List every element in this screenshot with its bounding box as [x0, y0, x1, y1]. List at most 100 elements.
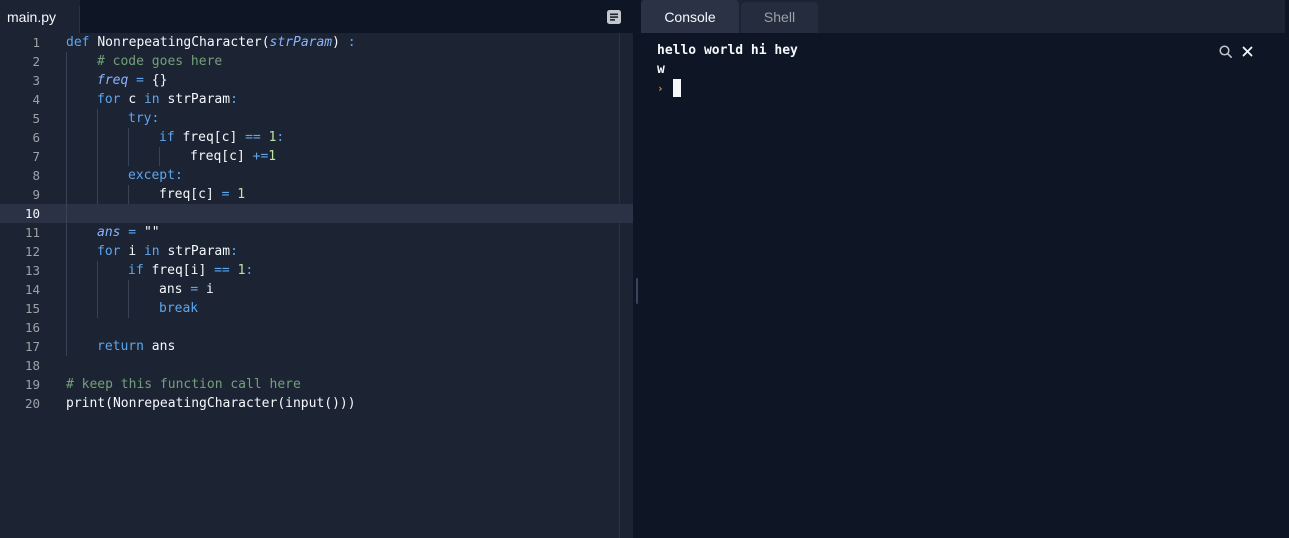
code-line[interactable]: 8 except: [0, 166, 633, 185]
line-number: 3 [32, 73, 40, 88]
code-token: 1 [268, 149, 277, 164]
code-token: == [245, 130, 269, 145]
code-token: strParam [269, 35, 333, 50]
code-token: for [97, 244, 129, 259]
code-token: i [205, 282, 214, 297]
console-output[interactable]: hello world hi hey w › [641, 33, 1285, 538]
close-icon[interactable] [1240, 44, 1255, 59]
code-token: return [97, 339, 152, 354]
indent-guide [97, 166, 98, 185]
indent-guide [66, 71, 67, 90]
code-line[interactable]: 1 def NonrepeatingCharacter(strParam) : [0, 33, 633, 52]
editor-tabbar: main.py [0, 0, 633, 33]
indent-guide [128, 185, 129, 204]
indent-guide [66, 261, 67, 280]
code-token: i [128, 244, 144, 259]
console-output-line: w [657, 62, 665, 77]
code-text: # keep this function call here [66, 375, 301, 394]
line-number: 15 [24, 301, 40, 316]
code-line[interactable]: 18 [0, 356, 633, 375]
code-token: ans [159, 282, 191, 297]
code-line[interactable]: 2 # code goes here [0, 52, 633, 71]
code-token: freq[c] [159, 187, 222, 202]
code-line[interactable]: 9 freq[c] = 1 [0, 185, 633, 204]
line-number: 20 [24, 396, 40, 411]
code-text: ans = i [159, 280, 214, 299]
indent-guide [128, 128, 129, 147]
code-token: {} [151, 73, 168, 88]
code-line[interactable]: 6 if freq[c] == 1: [0, 128, 633, 147]
code-line[interactable]: 14 ans = i [0, 280, 633, 299]
code-token: = [221, 187, 238, 202]
code-line[interactable]: 15 break [0, 299, 633, 318]
code-token: break [159, 301, 199, 316]
code-token: ) [332, 35, 348, 50]
indent-guide [128, 299, 129, 318]
code-text: except: [128, 166, 183, 185]
code-line[interactable]: 11 ans = "" [0, 223, 633, 242]
code-line[interactable]: 10 [0, 204, 633, 223]
code-token: NonrepeatingCharacter [97, 35, 262, 50]
code-text: # code goes here [97, 52, 222, 71]
code-token: : [174, 168, 183, 183]
line-number: 7 [32, 149, 40, 164]
code-text: if freq[i] == 1: [128, 261, 253, 280]
indent-guide [66, 166, 67, 185]
code-line[interactable]: 4 for c in strParam: [0, 90, 633, 109]
code-token: print(NonrepeatingCharacter(input())) [66, 396, 356, 411]
indent-guide [97, 280, 98, 299]
code-line[interactable]: 17 return ans [0, 337, 633, 356]
indent-guide [97, 185, 98, 204]
line-number: 9 [32, 187, 40, 202]
indent-guide [66, 128, 67, 147]
code-line[interactable]: 7 freq[c] +=1 [0, 147, 633, 166]
line-number: 5 [32, 111, 40, 126]
indent-guide [66, 223, 67, 242]
indent-guide [66, 204, 67, 223]
code-token: : [347, 35, 356, 50]
indent-guide [66, 185, 67, 204]
code-text: freq[c] = 1 [159, 185, 245, 204]
console-cursor[interactable] [673, 79, 681, 97]
prompt-icon: › [657, 82, 664, 95]
pane-resize-splitter[interactable] [633, 0, 641, 538]
line-number: 16 [24, 320, 40, 335]
indent-guide [97, 147, 98, 166]
code-text: if freq[c] == 1: [159, 128, 284, 147]
indent-guide [66, 337, 67, 356]
code-token: = [190, 282, 206, 297]
indent-guide [97, 261, 98, 280]
code-token: freq[c] [190, 149, 253, 164]
tab-console[interactable]: Console [641, 0, 739, 33]
code-line[interactable]: 12 for i in strParam: [0, 242, 633, 261]
line-number: 11 [24, 225, 40, 240]
code-text: freq = {} [97, 71, 167, 90]
code-line[interactable]: 5 try: [0, 109, 633, 128]
tab-shell[interactable]: Shell [741, 0, 818, 33]
code-text: freq[c] +=1 [190, 147, 276, 166]
code-text: for c in strParam: [97, 90, 238, 109]
code-token: : [276, 130, 285, 145]
code-text: break [159, 299, 198, 318]
editor-scrollbar-track[interactable] [619, 33, 620, 538]
code-line[interactable]: 19 # keep this function call here [0, 375, 633, 394]
code-token: : [151, 111, 160, 126]
list-icon[interactable] [606, 9, 622, 25]
code-token: in [143, 244, 168, 259]
code-editor[interactable]: 1 def NonrepeatingCharacter(strParam) :2 #… [0, 33, 633, 538]
code-line[interactable]: 16 [0, 318, 633, 337]
code-token: freq[c] [182, 130, 246, 145]
console-pane: Console Shell hello world hi hey w › [641, 0, 1289, 538]
code-token: 1 [237, 187, 246, 202]
code-line[interactable]: 13 if freq[i] == 1: [0, 261, 633, 280]
splitter-handle[interactable] [636, 278, 638, 304]
code-token: try [128, 111, 152, 126]
code-line[interactable]: 3 freq = {} [0, 71, 633, 90]
search-icon[interactable] [1218, 44, 1233, 59]
code-token: freq[i] [151, 263, 215, 278]
code-token: "" [143, 225, 160, 240]
line-number: 1 [32, 35, 40, 50]
code-line[interactable]: 20 print(NonrepeatingCharacter(input())) [0, 394, 633, 413]
file-tab-main-py[interactable]: main.py [0, 0, 80, 33]
code-token: except [128, 168, 175, 183]
